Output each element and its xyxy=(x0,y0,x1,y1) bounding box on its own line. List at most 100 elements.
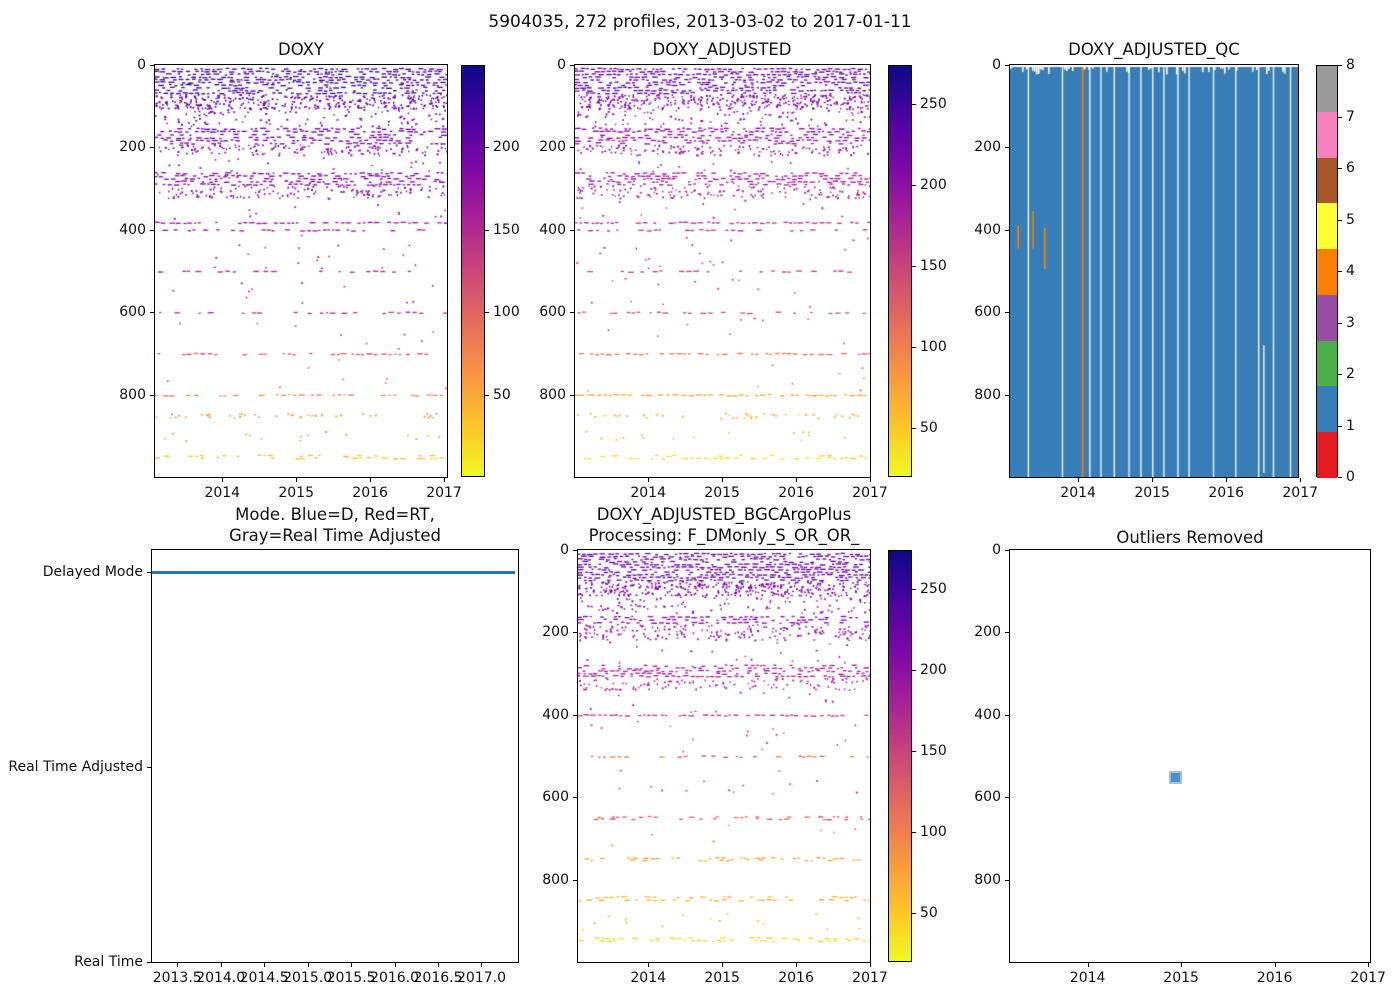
figure-suptitle: 5904035, 272 profiles, 2013-03-02 to 201… xyxy=(488,12,912,32)
doxy-colorbar-tickmark xyxy=(485,312,489,314)
doxy_adjusted_qc-colorbar-tickmark xyxy=(1338,322,1342,324)
doxy_adjusted_qc-qc-canvas xyxy=(1010,65,1298,477)
doxy_adjusted_qc-y-tickmark xyxy=(1005,394,1009,396)
doxy-colorbar-tick-label: 100 xyxy=(493,304,520,321)
doxy_adjusted_qc-x-tickmark xyxy=(1152,478,1154,482)
mode-delayed-mode-line xyxy=(152,570,515,574)
mode-x-tickmark xyxy=(307,963,309,967)
doxy_adjusted-y-tick-label: 400 xyxy=(539,221,566,238)
outliers_removed-x-tick-label: 2016 xyxy=(1256,970,1293,986)
mode-title-line1: Mode. Blue=D, Red=RT, xyxy=(235,505,435,524)
bgc-title-line1: DOXY_ADJUSTED_BGCArgoPlus xyxy=(596,505,852,524)
doxy-scatter-canvas xyxy=(155,65,447,477)
doxy_adjusted_qc-x-tick-label: 2016 xyxy=(1208,485,1244,501)
doxy_adjusted-colorbar-tick-label: 150 xyxy=(920,258,947,275)
mode-plot-area xyxy=(151,549,519,963)
outliers_removed-y-tickmark xyxy=(1005,797,1009,799)
doxy_adjusted_bgc-x-tick-label: 2016 xyxy=(778,970,814,986)
doxy_adjusted_qc-colorbar-block xyxy=(1317,203,1337,250)
doxy_adjusted_qc-colorbar-tick-label: 1 xyxy=(1346,417,1355,434)
doxy_adjusted-y-tick-label: 800 xyxy=(539,386,566,403)
doxy_adjusted_bgc-y-tickmark xyxy=(573,550,577,551)
doxy_adjusted_bgc-colorbar-tick-label: 200 xyxy=(920,662,947,679)
outliers_removed-x-tick-label: 2015 xyxy=(1163,970,1199,986)
doxy_adjusted_bgc-y-tickmark xyxy=(573,797,577,799)
doxy_adjusted_bgc-y-tickmark xyxy=(573,879,577,881)
doxy_adjusted_bgc-x-tickmark xyxy=(870,963,871,967)
doxy-x-tickmark xyxy=(370,478,372,482)
mode-y-tickmark xyxy=(147,571,151,573)
bgc-title-line2: Processing: F_DMonly_S_OR_OR_ xyxy=(588,526,860,545)
doxy_adjusted-colorbar-tick-label: 100 xyxy=(920,339,947,356)
doxy_adjusted_qc-colorbar-tick-label: 8 xyxy=(1346,57,1355,73)
doxy_adjusted-scatter-canvas xyxy=(575,65,870,477)
outliers_removed-y-tick-label: 0 xyxy=(992,542,1001,558)
doxy_adjusted-x-tickmark xyxy=(796,478,798,482)
doxy_adjusted_bgc-x-tick-label: 2017 xyxy=(852,970,888,986)
doxy-y-tick-label: 600 xyxy=(119,304,146,321)
qc-title: DOXY_ADJUSTED_QC xyxy=(1068,40,1240,59)
doxy-colorbar-tickmark xyxy=(485,229,489,231)
doxy_adjusted_bgc-colorbar-tickmark xyxy=(912,832,916,834)
outliers_removed-y-tickmark xyxy=(1005,632,1009,634)
doxy_adjusted_qc-y-tickmark xyxy=(1005,65,1009,66)
doxy_adjusted_bgc-y-tickmark xyxy=(573,714,577,716)
mode-y-tick-label: Delayed Mode xyxy=(42,563,143,580)
mode-title-line2: Gray=Real Time Adjusted xyxy=(229,526,441,545)
outliers_removed-x-tickmark xyxy=(1087,963,1089,967)
doxy_adjusted_qc-colorbar-tick-label: 7 xyxy=(1346,108,1355,125)
doxy-x-tickmark xyxy=(444,478,446,482)
doxy_adjusted_qc-y-tick-label: 200 xyxy=(974,139,1001,156)
doxy_adjusted_bgc-x-tickmark xyxy=(722,963,724,967)
outliers_removed-y-tick-label: 200 xyxy=(974,624,1001,641)
doxy_adjusted_qc-y-tick-label: 400 xyxy=(974,221,1001,238)
outliers_removed-x-tickmark xyxy=(1368,963,1370,967)
doxy_adjusted_qc-colorbar-block xyxy=(1317,111,1337,158)
doxy_adjusted-y-tickmark xyxy=(570,147,574,149)
mode-y-tickmark xyxy=(147,766,151,768)
doxy_adjusted_qc-x-tickmark xyxy=(1300,478,1302,482)
doxy_adjusted_qc-colorbar xyxy=(1316,65,1338,478)
doxy-colorbar-tick-label: 50 xyxy=(493,386,511,403)
doxy_adjusted_bgc-colorbar-tickmark xyxy=(912,670,916,672)
bgc-title: DOXY_ADJUSTED_BGCArgoPlus Processing: F_… xyxy=(589,504,860,546)
doxy_adjusted_qc-colorbar-tick-label: 2 xyxy=(1346,366,1355,382)
doxy_adjusted_qc-x-tick-label: 2014 xyxy=(1060,485,1096,501)
mode-x-tick-label: 2015.0 xyxy=(283,970,333,986)
doxy_adjusted_bgc-y-tick-label: 0 xyxy=(560,542,569,558)
doxy-adjusted-title: DOXY_ADJUSTED xyxy=(652,40,792,59)
doxy_adjusted_qc-y-tick-label: 0 xyxy=(992,57,1001,73)
doxy_adjusted_qc-x-tick-label: 2015 xyxy=(1134,485,1170,501)
doxy_adjusted_qc-colorbar-tickmark xyxy=(1338,374,1342,375)
outliers_removed-x-tickmark xyxy=(1274,963,1276,967)
doxy-y-tickmark xyxy=(150,229,154,231)
doxy_adjusted-colorbar-tickmark xyxy=(912,266,916,268)
mode-x-tickmark xyxy=(438,963,440,967)
outliers_removed-plot-area xyxy=(1009,549,1371,963)
mode-x-tickmark xyxy=(394,963,396,967)
mode-x-tick-label: 2017.0 xyxy=(456,970,506,986)
doxy_adjusted-colorbar-tickmark xyxy=(912,428,916,430)
doxy-y-tick-label: 200 xyxy=(119,139,146,156)
doxy_adjusted_bgc-y-tickmark xyxy=(573,632,577,634)
outliers_removed-y-tickmark xyxy=(1005,550,1009,551)
mode-x-tick-label: 2016.5 xyxy=(413,970,463,986)
doxy_adjusted_bgc-y-tick-label: 200 xyxy=(542,624,569,641)
doxy_adjusted_qc-colorbar-tick-label: 5 xyxy=(1346,211,1355,228)
doxy-y-tickmark xyxy=(150,312,154,314)
doxy_adjusted-colorbar-tick-label: 200 xyxy=(920,177,947,194)
doxy-y-tick-label: 400 xyxy=(119,221,146,238)
doxy_adjusted_qc-y-tick-label: 600 xyxy=(974,304,1001,321)
doxy-y-tickmark xyxy=(150,394,154,396)
doxy_adjusted_qc-colorbar-block xyxy=(1317,157,1337,204)
doxy-y-tick-label: 800 xyxy=(119,386,146,403)
doxy_adjusted_bgc-y-tick-label: 800 xyxy=(542,871,569,888)
doxy_adjusted_qc-colorbar-tickmark xyxy=(1338,477,1342,478)
mode-x-tickmark xyxy=(264,963,266,967)
doxy_adjusted-colorbar-tick-label: 250 xyxy=(920,95,947,112)
doxy-colorbar-tick-label: 150 xyxy=(493,221,520,238)
outliers_removed-x-tickmark xyxy=(1181,963,1183,967)
doxy_adjusted-x-tick-label: 2014 xyxy=(630,485,667,501)
doxy_adjusted-x-tick-label: 2015 xyxy=(704,485,740,501)
doxy_adjusted-y-tickmark xyxy=(570,229,574,231)
